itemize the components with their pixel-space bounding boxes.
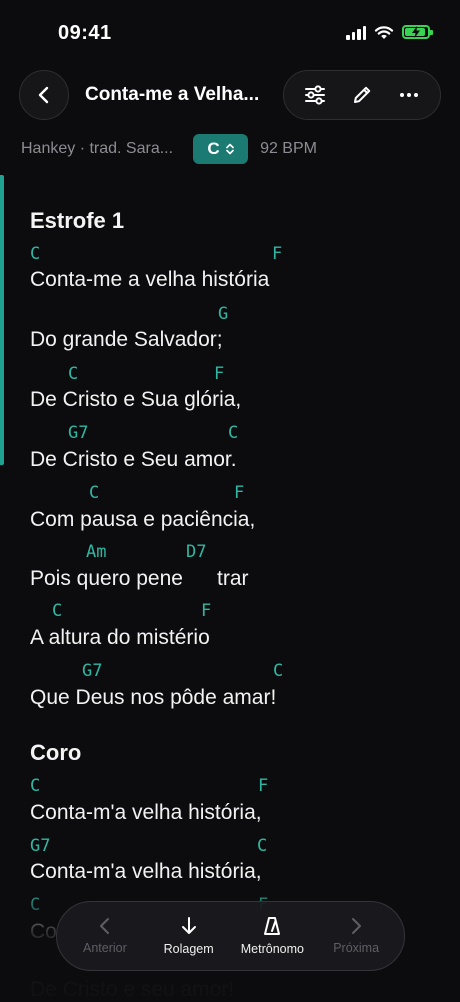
lyric-line: Conta-me a velha história [30, 268, 270, 291]
chevron-right-icon [352, 918, 362, 934]
chord[interactable]: F [258, 776, 268, 796]
lyric-line: Do grande Salvador; [30, 328, 223, 351]
chord[interactable]: G7 [68, 423, 88, 443]
next-button[interactable]: Próxima [316, 917, 396, 955]
chord[interactable]: G7 [30, 836, 50, 856]
section-title: Coro [30, 740, 82, 765]
chord[interactable]: F [234, 483, 244, 503]
next-label: Próxima [333, 941, 380, 955]
chord[interactable]: D7 [186, 542, 206, 562]
chord[interactable]: C [68, 364, 78, 384]
chord[interactable]: Am [86, 542, 106, 562]
autoscroll-button[interactable]: Rolagem [149, 916, 229, 956]
lyric-line: A altura do mistério [30, 626, 210, 649]
chord[interactable]: C [30, 244, 40, 264]
chord[interactable]: F [272, 244, 282, 264]
lyric-line: De Cristo e Seu amor. [30, 448, 237, 471]
lyric-line: De Cristo e Sua glória, [30, 388, 242, 411]
chord[interactable]: F [201, 601, 211, 621]
lyric-line: trar [217, 567, 249, 590]
lyric-line: Que Deus nos pôde amar! [30, 686, 277, 709]
previous-label: Anterior [82, 941, 127, 955]
chord[interactable]: F [214, 364, 224, 384]
chord[interactable]: G [218, 304, 228, 324]
lyric-line: Com pausa e paciência, [30, 508, 256, 531]
metronome-button[interactable]: Metrônomo [232, 916, 312, 956]
metronome-icon [264, 917, 281, 935]
chord[interactable]: C [228, 423, 238, 443]
chevron-left-icon [99, 918, 109, 934]
bottom-toolbar: Anterior Rolagem Metrônomo Próxima [56, 901, 405, 971]
previous-button[interactable]: Anterior [65, 917, 145, 955]
autoscroll-label: Rolagem [163, 942, 214, 956]
chord[interactable]: C [257, 836, 267, 856]
arrow-down-icon [181, 917, 196, 934]
chord[interactable]: C [273, 661, 283, 681]
metronome-label: Metrônomo [240, 942, 304, 956]
chord[interactable]: C [89, 483, 99, 503]
section-title: Estrofe 1 [30, 208, 125, 233]
chord[interactable]: C [30, 776, 40, 796]
song-sheet: Estrofe 1 C F Conta-me a velha história … [0, 0, 460, 1001]
chord[interactable]: C [52, 601, 62, 621]
lyric-line: Pois quero pene [30, 567, 183, 590]
chord[interactable]: G7 [82, 661, 102, 681]
lyric-line: Conta-m'a velha história, [30, 801, 262, 824]
